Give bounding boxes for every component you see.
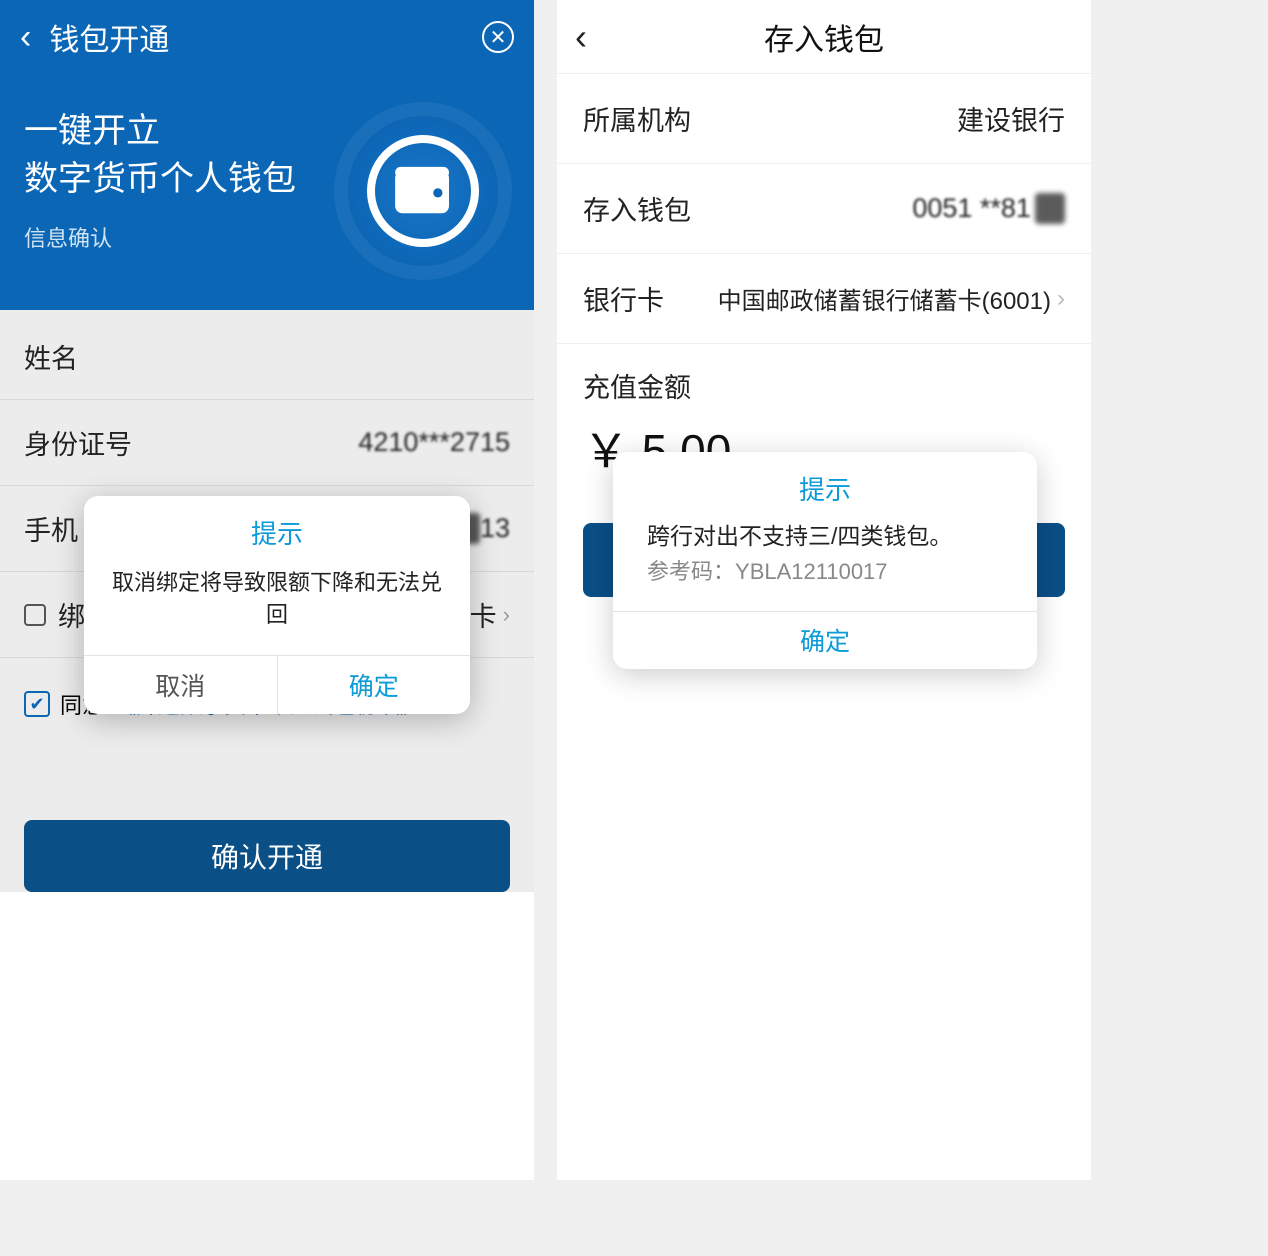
phone-wallet-open: ‹ 钱包开通 ✕ 一键开立 数字货币个人钱包 信息确认 姓名 身份证号 4210… (0, 0, 534, 1180)
bindcard-label: 绑 (58, 595, 85, 634)
back-icon[interactable]: ‹ (575, 16, 587, 58)
close-icon[interactable]: ✕ (482, 21, 514, 53)
agree-text: 同意 (60, 688, 104, 720)
phone-value: 0000013 (405, 513, 510, 544)
row-id[interactable]: 身份证号 4210***2715 (0, 400, 534, 486)
wallet-icon (367, 135, 479, 247)
hero-banner: 一键开立 数字货币个人钱包 信息确认 (0, 74, 534, 310)
ref-label: 参考码： (647, 559, 735, 584)
org-value: 建设银行 (957, 99, 1065, 138)
amount-label: 充值金额 (557, 344, 1091, 405)
name-label: 姓名 (24, 337, 78, 376)
confirm-open-button[interactable]: 确认开通 (24, 820, 510, 892)
header-bar: ‹ 钱包开通 ✕ (0, 0, 534, 74)
row-wallet[interactable]: 存入钱包 0051 **8100 (557, 164, 1091, 254)
agreement-link[interactable]: 《开通数字货币个人钱包协议》 (114, 688, 422, 720)
row-phone[interactable]: 手机 0000013 (0, 486, 534, 572)
row-org: 所属机构 建设银行 (557, 74, 1091, 164)
row-bindcard[interactable]: 绑 卡 › (0, 572, 534, 658)
alert-dialog: 提示 跨行对出不支持三/四类钱包。 参考码：YBLA12110017 确定 (613, 452, 1037, 669)
dialog-body: 跨行对出不支持三/四类钱包。 参考码：YBLA12110017 (613, 517, 1037, 611)
checkbox-unchecked-icon[interactable] (24, 604, 46, 626)
org-label: 所属机构 (583, 99, 691, 138)
id-value: 4210***2715 (358, 427, 510, 458)
ref-code: YBLA12110017 (735, 559, 888, 584)
id-label: 身份证号 (24, 423, 132, 462)
bindcard-hint: 卡 (470, 595, 497, 634)
wallet-label: 存入钱包 (583, 189, 691, 228)
chevron-right-icon: › (503, 602, 510, 628)
wallet-badge (348, 116, 498, 266)
wallet-value: 0051 **8100 (912, 193, 1065, 224)
card-label: 银行卡 (583, 279, 664, 318)
checkbox-checked-icon[interactable]: ✔ (24, 691, 50, 717)
row-name[interactable]: 姓名 (0, 314, 534, 400)
form-panel: 姓名 身份证号 4210***2715 手机 0000013 绑 卡 › ✔ (0, 310, 534, 892)
dialog-ok-button[interactable]: 确定 (613, 611, 1037, 669)
card-value: 中国邮政储蓄银行储蓄卡(6001) (718, 281, 1051, 316)
row-bankcard[interactable]: 银行卡 中国邮政储蓄银行储蓄卡(6001) › (557, 254, 1091, 344)
back-icon[interactable]: ‹ (20, 18, 31, 57)
dialog-message: 跨行对出不支持三/四类钱包。 (647, 519, 1003, 555)
agreement-row: ✔ 同意 《开通数字货币个人钱包协议》 (0, 658, 534, 730)
phone-label: 手机 (24, 509, 78, 548)
page-title: 钱包开通 (49, 15, 482, 59)
chevron-right-icon: › (1057, 285, 1065, 313)
dialog-title: 提示 (613, 452, 1037, 517)
page-title: 存入钱包 (764, 15, 884, 59)
phone-deposit: ‹ 存入钱包 所属机构 建设银行 存入钱包 0051 **8100 银行卡 中国… (557, 0, 1091, 1180)
header-bar: ‹ 存入钱包 (557, 0, 1091, 74)
